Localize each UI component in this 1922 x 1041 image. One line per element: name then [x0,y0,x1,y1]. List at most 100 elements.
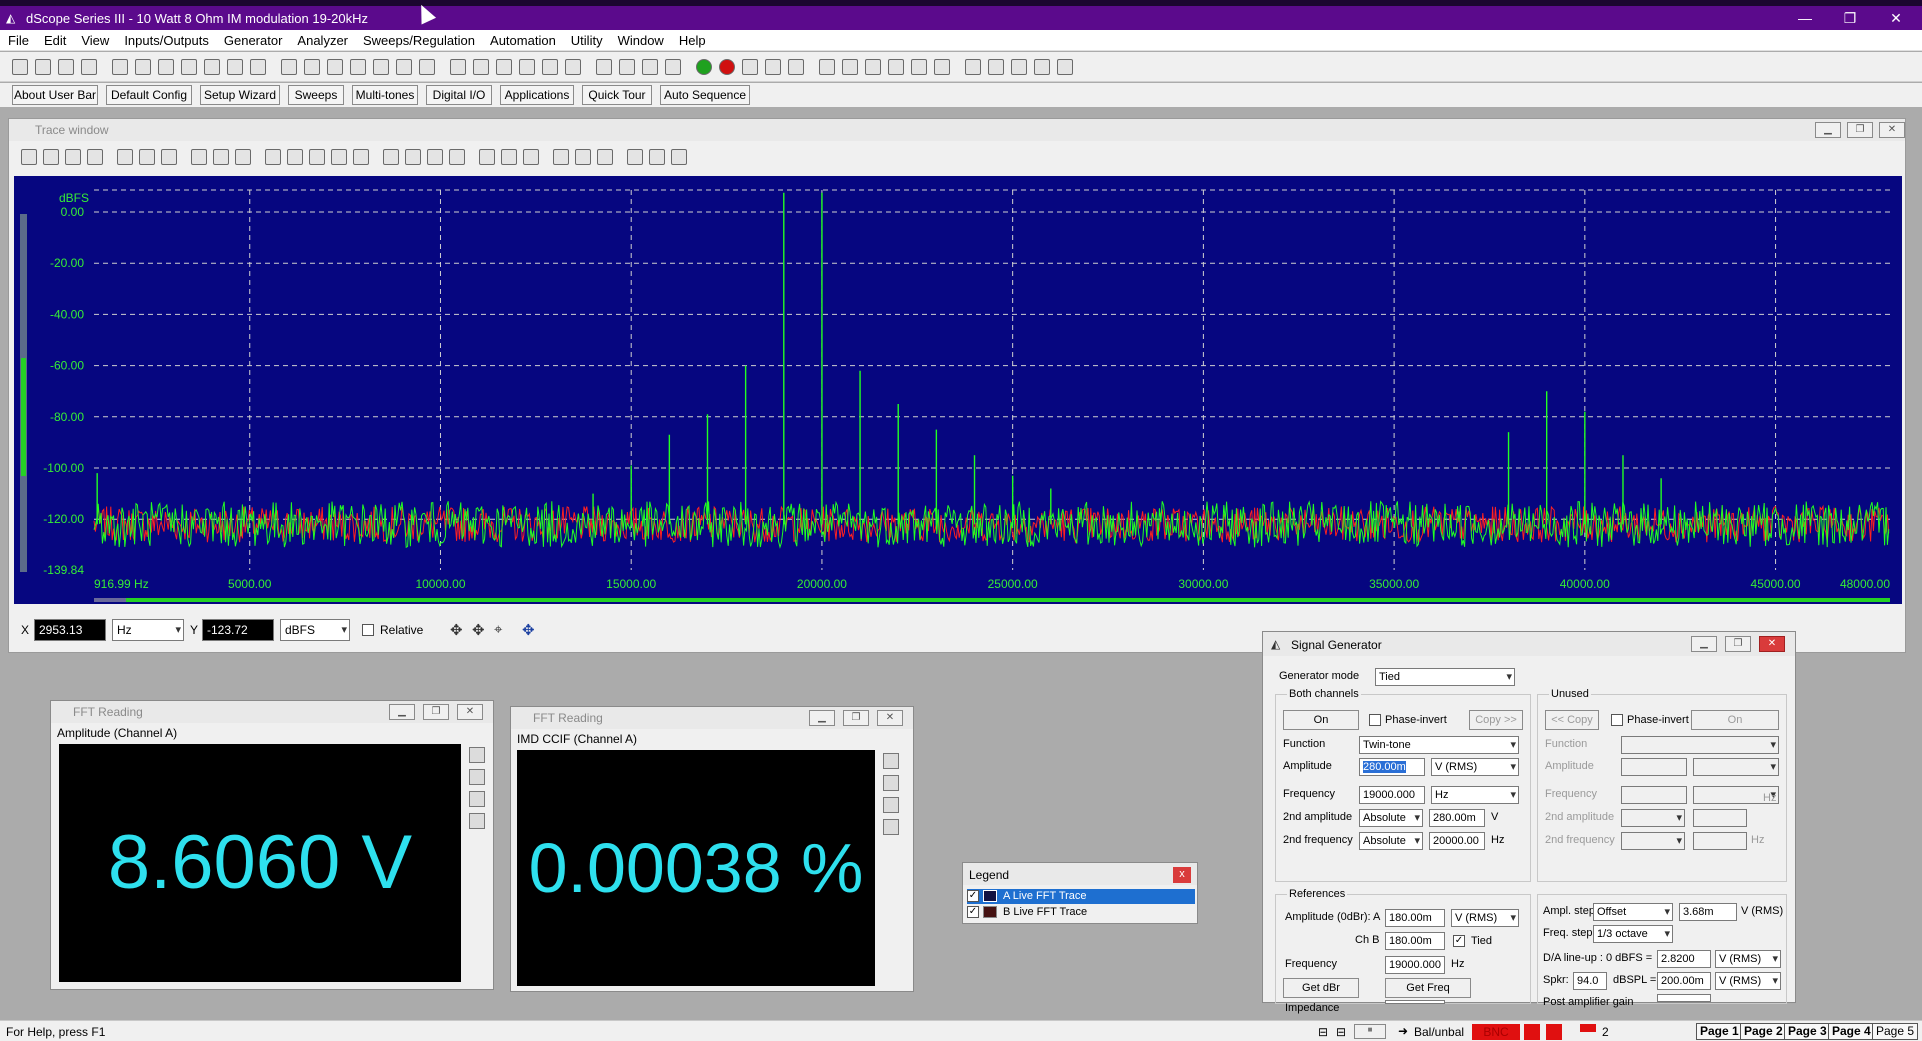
unused-second-amplitude-mode-select[interactable] [1621,809,1685,827]
ref-amplitude-a-input[interactable]: 180.00m [1385,909,1445,927]
fft2-edit-icon[interactable] [883,797,899,813]
siggen-restore-button[interactable]: ❐ [1725,636,1751,652]
trace-tool-icon-13[interactable] [331,149,347,165]
trace-tool-icon-4[interactable] [117,149,133,165]
toolbar-icon-27[interactable] [665,59,681,75]
da-lineup-input[interactable]: 2.8200 [1657,950,1711,968]
trace-tool-icon-27[interactable] [671,149,687,165]
page-3-tab[interactable]: Page 3 [1784,1023,1831,1040]
fft1-settings-icon[interactable] [469,769,485,785]
toolbar-icon-39[interactable] [965,59,981,75]
output-on-button[interactable]: On [1283,710,1359,730]
default-config-button[interactable]: Default Config [106,85,192,105]
impedance-input[interactable] [1385,1000,1445,1004]
menu-edit[interactable]: Edit [36,30,73,48]
amplitude-input[interactable]: 280.00m [1359,758,1425,776]
toolbar-icon-32[interactable] [788,59,804,75]
unused-second-frequency-input[interactable] [1693,832,1747,850]
toolbar-icon-25[interactable] [619,59,635,75]
toolbar-icon-15[interactable] [373,59,389,75]
toolbar-icon-8[interactable] [204,59,220,75]
unused-second-frequency-mode-select[interactable] [1621,832,1685,850]
trace-tool-icon-6[interactable] [161,149,177,165]
trace-tool-icon-2[interactable] [65,149,81,165]
ref-amplitude-b-input[interactable]: 180.00m [1385,932,1445,950]
minimize-button[interactable]: — [1785,10,1825,26]
digital-io-button[interactable]: Digital I/O [426,85,492,105]
sweeps-button[interactable]: Sweeps [288,85,344,105]
trace-tool-icon-21[interactable] [523,149,539,165]
page-5-tab[interactable]: Page 5 [1872,1023,1919,1040]
toolbar-icon-40[interactable] [988,59,1004,75]
fft2-settings-icon[interactable] [883,775,899,791]
toolbar-icon-0[interactable] [12,59,28,75]
copy-right-button[interactable]: Copy >> [1469,710,1523,730]
toolbar-icon-1[interactable] [35,59,51,75]
fft2-fullscale-icon[interactable] [883,753,899,769]
legend-b-checkbox[interactable]: ✓ [967,906,979,918]
trace-tool-icon-12[interactable] [309,149,325,165]
trace-tool-icon-19[interactable] [479,149,495,165]
toolbar-icon-34[interactable] [842,59,858,75]
siggen-minimize-button[interactable]: ▁ [1691,636,1717,652]
copy-left-button[interactable]: << Copy [1545,710,1599,730]
menu-file[interactable]: File [0,30,36,48]
legend-item-a[interactable]: ✓ A Live FFT Trace [967,889,1195,904]
legend-a-checkbox[interactable]: ✓ [967,890,979,902]
cursor-peak-icon[interactable]: ✥ [522,621,535,639]
trace-tool-icon-8[interactable] [213,149,229,165]
menu-help[interactable]: Help [671,30,713,48]
toolbar-icon-12[interactable] [304,59,320,75]
fft1-arrows-icon[interactable] [469,813,485,829]
toolbar-icon-11[interactable] [281,59,297,75]
trace-tool-icon-16[interactable] [405,149,421,165]
trace-tool-icon-25[interactable] [627,149,643,165]
x-unit-select[interactable]: Hz [112,619,184,641]
toolbar-icon-18[interactable] [450,59,466,75]
trace-tool-icon-18[interactable] [449,149,465,165]
maximize-button[interactable]: ❐ [1830,10,1870,27]
generator-mode-select[interactable]: Tied [1375,668,1515,686]
menu-inputs-outputs[interactable]: Inputs/Outputs [116,30,216,48]
get-dbr-button[interactable]: Get dBr [1283,978,1359,998]
siggen-close-button[interactable]: ✕ [1759,636,1785,652]
about-user-bar-button[interactable]: About User Bar [12,85,98,105]
trace-tool-icon-5[interactable] [139,149,155,165]
second-frequency-mode-select[interactable]: Absolute [1359,832,1423,850]
trace-tool-icon-3[interactable] [87,149,103,165]
toolbar-icon-10[interactable] [250,59,266,75]
page-2-tab[interactable]: Page 2 [1740,1023,1787,1040]
toolbar-icon-35[interactable] [865,59,881,75]
toolbar-icon-4[interactable] [112,59,128,75]
toolbar-icon-42[interactable] [1034,59,1050,75]
fft2-minimize-button[interactable]: ▁ [809,710,835,726]
fft1-close-button[interactable]: ✕ [457,704,483,720]
toolbar-icon-9[interactable] [227,59,243,75]
fft2-close-button[interactable]: ✕ [877,710,903,726]
cursor-move-icon[interactable]: ✥ [472,621,485,639]
trace-restore-button[interactable]: ❐ [1847,122,1873,138]
unused-on-button[interactable]: On [1691,710,1779,730]
close-button[interactable]: ✕ [1876,10,1916,27]
trace-minimize-button[interactable]: ▁ [1815,122,1841,138]
trace-tool-icon-0[interactable] [21,149,37,165]
frequency-input[interactable]: 19000.000 [1359,786,1425,804]
y-value-field[interactable]: -123.72 [202,619,274,641]
frequency-unit-select[interactable]: Hz [1431,786,1519,804]
second-amplitude-mode-select[interactable]: Absolute [1359,809,1423,827]
trace-tool-icon-22[interactable] [553,149,569,165]
page-1-tab[interactable]: Page 1 [1696,1023,1743,1040]
ampl-step-mode-select[interactable]: Offset [1593,903,1673,921]
trace-tool-icon-23[interactable] [575,149,591,165]
applications-button[interactable]: Applications [500,85,574,105]
toolbar-icon-7[interactable] [181,59,197,75]
ref-frequency-input[interactable]: 19000.000 [1385,956,1445,974]
menu-automation[interactable]: Automation [482,30,563,48]
fft1-restore-button[interactable]: ❐ [423,704,449,720]
spkr-input[interactable]: 94.0 [1573,972,1607,990]
toolbar-icon-14[interactable] [350,59,366,75]
menu-sweeps-regulation[interactable]: Sweeps/Regulation [355,30,482,48]
page-4-tab[interactable]: Page 4 [1828,1023,1875,1040]
toolbar-icon-43[interactable] [1057,59,1073,75]
toolbar-icon-26[interactable] [642,59,658,75]
